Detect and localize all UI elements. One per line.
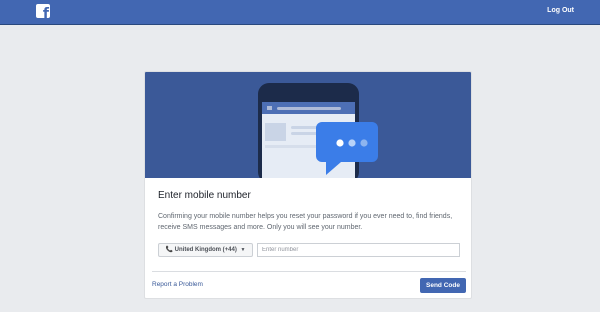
phone-entry-row: 📞 United Kingdom (+44) ▼ (158, 243, 460, 257)
illustration-banner (145, 72, 471, 183)
footer-divider (152, 271, 466, 272)
facebook-logo-glyph: f (42, 6, 49, 18)
mobile-number-dialog: Enter mobile number Confirming your mobi… (144, 71, 472, 299)
logout-link[interactable]: Log Out (547, 7, 574, 14)
phone-number-input[interactable] (257, 243, 460, 257)
send-code-button[interactable]: Send Code (420, 278, 466, 293)
dialog-description: Confirming your mobile number helps you … (158, 213, 453, 231)
chevron-down-icon: ▼ (240, 247, 246, 253)
country-code-selector[interactable]: 📞 United Kingdom (+44) ▼ (158, 243, 253, 257)
report-problem-link[interactable]: Report a Problem (152, 281, 203, 288)
country-code-label: United Kingdom (+44) (174, 247, 237, 253)
phone-with-chat-bubble-illustration (258, 83, 378, 183)
top-navigation-bar: f Log Out (0, 0, 600, 25)
phone-icon: 📞 (165, 247, 173, 253)
dialog-title: Enter mobile number (158, 190, 251, 201)
facebook-logo[interactable]: f (36, 4, 50, 18)
dialog-content: Enter mobile number Confirming your mobi… (158, 190, 460, 233)
